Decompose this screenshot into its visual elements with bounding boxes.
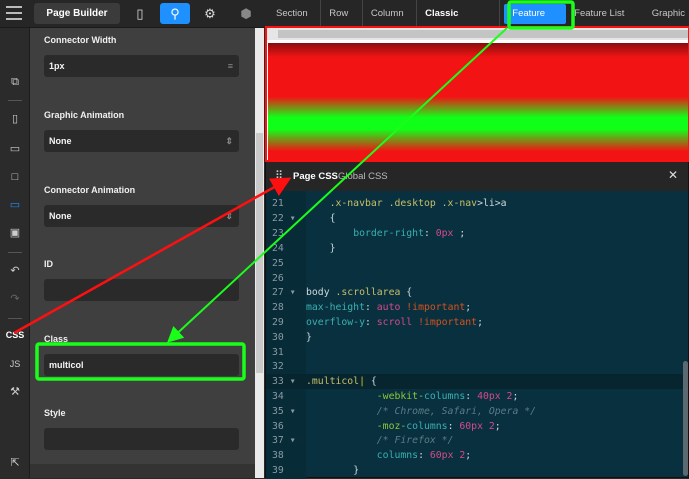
crumb-column[interactable]: Column 1 [363, 0, 417, 28]
connector-width-input[interactable]: 1px ≡ [44, 55, 239, 77]
graphic-animation-value: None [49, 136, 72, 146]
crumb-section[interactable]: Section 1 [268, 0, 321, 28]
connector-width-value: 1px [49, 61, 65, 71]
class-label: Class [44, 334, 68, 344]
menu-icon[interactable] [6, 6, 22, 20]
redo-icon[interactable]: ↷ [0, 292, 30, 305]
tab-page-css[interactable]: Page CSS [293, 171, 338, 182]
preview-canvas[interactable] [268, 43, 689, 163]
id-input[interactable] [44, 279, 239, 301]
style-label: Style [44, 408, 66, 418]
crumb-feature-list[interactable]: Feature List [504, 4, 566, 24]
connector-animation-select[interactable]: None ⇕ [44, 205, 239, 227]
tools-icon[interactable]: ⚒ [0, 385, 30, 398]
database-icon: ≡ [228, 55, 233, 77]
top-toolbar: Page Builder ▯ ⚲ ⚙ ⬢ Section 1 Row 1 Col… [0, 0, 689, 28]
css-button[interactable]: CSS [0, 330, 30, 340]
drag-handle-icon[interactable]: ⠿ [275, 169, 283, 182]
chevron-updown-icon: ⇕ [225, 130, 233, 152]
layout-toggle-icon[interactable]: ▯ [125, 3, 155, 24]
style-input[interactable] [44, 428, 239, 450]
side-rail: ⧉ ▯ ▭ □ ▭ ▣ ↶ ↷ CSS JS ⚒ ⇱ [0, 28, 30, 478]
add-element-icon[interactable]: ⧉ [0, 76, 30, 89]
laptop-view-icon[interactable]: ▭ [0, 198, 30, 211]
phone-view-icon[interactable]: ▯ [0, 112, 30, 125]
js-button[interactable]: JS [0, 359, 30, 369]
class-input[interactable]: multicol [44, 354, 239, 376]
id-label: ID [44, 259, 53, 269]
crumb-graphic[interactable]: Graphic [648, 0, 689, 28]
crumb-row[interactable]: Row 1 [321, 0, 363, 28]
graphic-animation-label: Graphic Animation [44, 110, 124, 120]
external-link-icon[interactable]: ⇱ [0, 456, 30, 469]
gear-icon[interactable]: ⚙ [195, 3, 225, 24]
tablet-landscape-icon[interactable]: ▭ [0, 142, 30, 155]
close-icon[interactable]: ✕ [668, 168, 678, 182]
undo-icon[interactable]: ↶ [0, 264, 30, 277]
connector-animation-value: None [49, 211, 72, 221]
editor-scrollbar[interactable] [683, 361, 688, 476]
preview-horizontal-scrollbar[interactable] [266, 28, 689, 40]
panel-scrollbar[interactable] [255, 28, 264, 478]
page-builder-button[interactable]: Page Builder [34, 3, 120, 24]
search-icon[interactable]: ⚲ [160, 3, 190, 24]
crumb-classic-feature[interactable]: Classic Featur... [417, 0, 500, 28]
crumb-feature-list-items[interactable]: Feature List Items [570, 0, 648, 28]
chevron-updown-icon: ⇕ [225, 205, 233, 227]
breadcrumb: Section 1 Row 1 Column 1 Classic Featur.… [268, 0, 689, 28]
css-editor: ⠿ Page CSS Global CSS ✕ 21 .x-navbar .de… [265, 161, 689, 478]
properties-panel [30, 28, 255, 464]
tablet-view-icon[interactable]: □ [0, 171, 30, 183]
code-area[interactable]: 21 .x-navbar .desktop .x-nav>li>a 22 ▾ {… [266, 191, 689, 479]
connector-animation-label: Connector Animation [44, 185, 135, 195]
plugin-icon[interactable]: ⬢ [231, 3, 261, 24]
tab-global-css[interactable]: Global CSS [338, 171, 388, 182]
graphic-animation-select[interactable]: None ⇕ [44, 130, 239, 152]
connector-width-label: Connector Width [44, 35, 116, 45]
desktop-view-icon[interactable]: ▣ [0, 226, 30, 239]
